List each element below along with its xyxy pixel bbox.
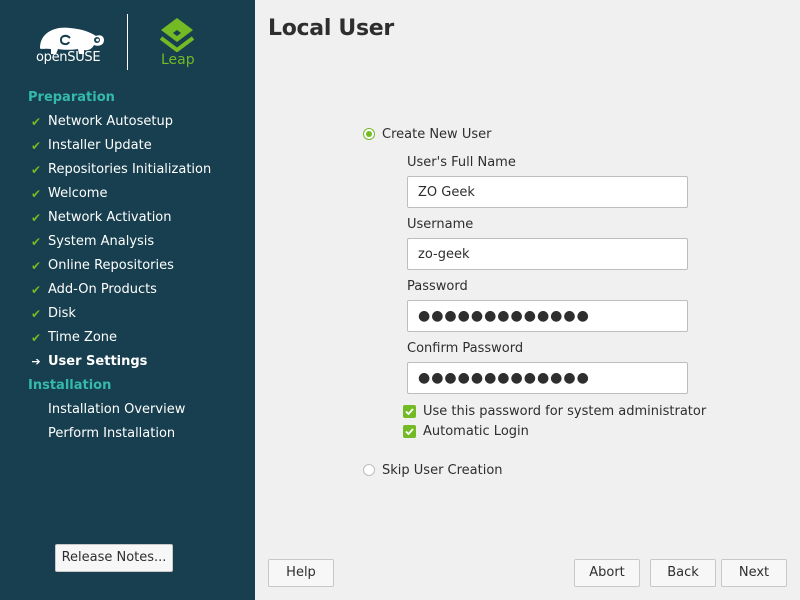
check-icon: ✔ bbox=[30, 115, 42, 129]
logo-divider bbox=[127, 14, 128, 70]
help-button[interactable]: Help bbox=[268, 559, 334, 587]
section-title-preparation: Preparation bbox=[28, 90, 115, 105]
check-icon: ✔ bbox=[30, 283, 42, 297]
section-title-installation: Installation bbox=[28, 378, 112, 393]
checkmark-icon bbox=[405, 408, 414, 416]
full-name-field[interactable] bbox=[407, 176, 688, 208]
release-notes-button[interactable]: Release Notes... bbox=[55, 544, 173, 572]
opensuse-wordmark: openSUSE bbox=[36, 50, 101, 65]
create-new-user-radio[interactable] bbox=[363, 128, 375, 140]
step-perform-installation: Perform Installation bbox=[48, 426, 176, 441]
step-welcome: Welcome bbox=[48, 186, 108, 201]
step-system-analysis: System Analysis bbox=[48, 234, 155, 249]
step-time-zone: Time Zone bbox=[48, 330, 118, 345]
password-field[interactable] bbox=[407, 300, 688, 332]
checkmark-icon bbox=[405, 428, 414, 436]
next-button[interactable]: Next bbox=[721, 559, 787, 587]
logo-area: openSUSE Leap bbox=[0, 0, 255, 80]
password-label: Password bbox=[407, 279, 468, 294]
check-icon: ✔ bbox=[30, 163, 42, 177]
use-for-admin-checkbox[interactable] bbox=[403, 405, 416, 418]
step-online-repositories: Online Repositories bbox=[48, 258, 174, 273]
arrow-right-icon: ➔ bbox=[31, 355, 41, 368]
step-disk: Disk bbox=[48, 306, 76, 321]
step-installer-update: Installer Update bbox=[48, 138, 152, 153]
confirm-password-label: Confirm Password bbox=[407, 341, 524, 356]
leap-wordmark: Leap bbox=[161, 52, 195, 68]
check-icon: ✔ bbox=[30, 235, 42, 249]
username-field[interactable] bbox=[407, 238, 688, 270]
check-icon: ✔ bbox=[30, 331, 42, 345]
sidebar: openSUSE Leap Preparation ✔ Network Auto… bbox=[0, 0, 255, 600]
step-user-settings: User Settings bbox=[48, 354, 148, 369]
back-button[interactable]: Back bbox=[650, 559, 716, 587]
check-icon: ✔ bbox=[30, 187, 42, 201]
confirm-password-field[interactable] bbox=[407, 362, 688, 394]
step-network-activation: Network Activation bbox=[48, 210, 172, 225]
step-installation-overview: Installation Overview bbox=[48, 402, 186, 417]
leap-logo-icon bbox=[159, 18, 195, 52]
create-new-user-label[interactable]: Create New User bbox=[382, 127, 491, 142]
check-icon: ✔ bbox=[30, 211, 42, 225]
use-for-admin-label[interactable]: Use this password for system administrat… bbox=[423, 404, 706, 419]
username-label: Username bbox=[407, 217, 474, 232]
step-repositories-initialization: Repositories Initialization bbox=[48, 162, 212, 177]
page-title: Local User bbox=[268, 16, 394, 41]
check-icon: ✔ bbox=[30, 139, 42, 153]
check-icon: ✔ bbox=[30, 259, 42, 273]
automatic-login-checkbox[interactable] bbox=[403, 425, 416, 438]
automatic-login-label[interactable]: Automatic Login bbox=[423, 424, 529, 439]
skip-user-creation-label[interactable]: Skip User Creation bbox=[382, 463, 503, 478]
step-network-autosetup: Network Autosetup bbox=[48, 114, 173, 129]
full-name-label: User's Full Name bbox=[407, 155, 516, 170]
skip-user-creation-radio[interactable] bbox=[363, 464, 375, 476]
check-icon: ✔ bbox=[30, 307, 42, 321]
step-add-on-products: Add-On Products bbox=[48, 282, 157, 297]
abort-button[interactable]: Abort bbox=[574, 559, 640, 587]
